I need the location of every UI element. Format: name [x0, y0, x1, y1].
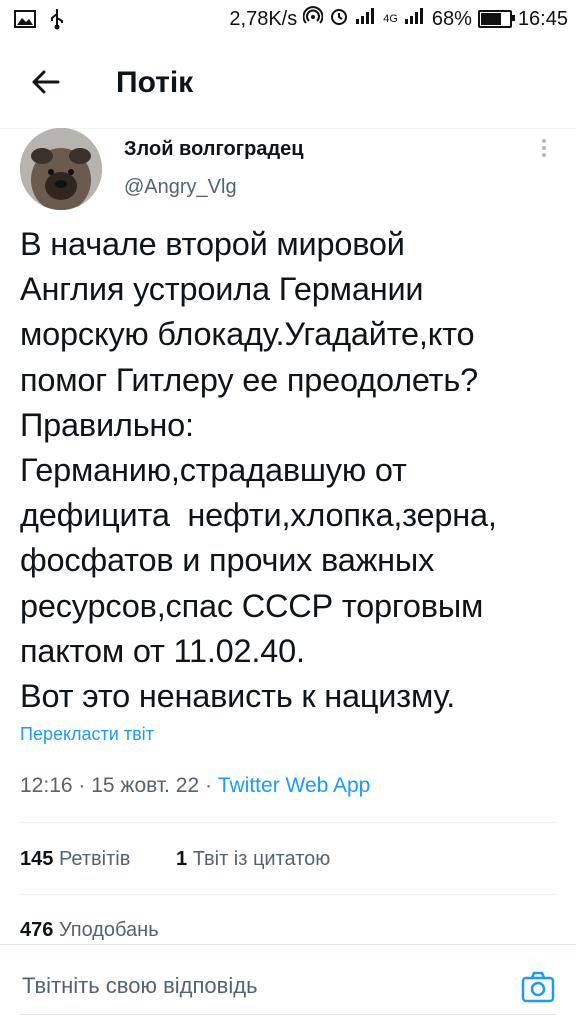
dog-avatar-image	[20, 128, 102, 210]
signal-icon	[355, 7, 377, 31]
network-type: 4G	[383, 13, 398, 25]
divider	[20, 894, 556, 895]
more-vertical-icon	[534, 139, 554, 157]
reply-underline	[20, 1014, 556, 1015]
quotes-label: Твіт із цитатою	[192, 848, 331, 870]
signal-icon-2	[404, 7, 426, 31]
likes-count: 476	[20, 919, 54, 941]
more-options-button[interactable]	[534, 136, 554, 162]
retweets-count: 145	[20, 848, 54, 870]
page-title: Потік	[116, 66, 194, 99]
battery-percent: 68%	[431, 7, 472, 30]
quotes-stat[interactable]: 1 Твіт із цитатою	[176, 848, 330, 871]
retweets-stat[interactable]: 145 Ретвітів	[20, 848, 130, 871]
status-bar: 2,78K/s 4G 68% 16:45	[0, 0, 576, 40]
arrow-left-icon	[32, 70, 60, 94]
reply-bar: Твітніть свою відповідь	[0, 944, 576, 1025]
meta-separator: ·	[199, 774, 218, 797]
tweet-text: В начале второй мировой Англия устроила …	[20, 226, 497, 715]
translate-tweet-link[interactable]: Перекласти твіт	[20, 724, 154, 745]
author-handle[interactable]: @Angry_Vlg	[124, 176, 237, 199]
app-bar: Потік	[0, 40, 576, 129]
quotes-count: 1	[176, 848, 188, 870]
tweet-time: 12:16	[20, 774, 73, 797]
battery-icon	[477, 10, 515, 28]
alarm-icon	[329, 6, 349, 32]
clock: 16:45	[517, 7, 568, 30]
reply-input[interactable]: Твітніть свою відповідь	[22, 973, 258, 999]
back-button[interactable]	[28, 64, 64, 100]
tweet-source-link[interactable]: Twitter Web App	[218, 774, 371, 797]
net-speed: 2,78K/s	[229, 7, 298, 30]
status-right: 2,78K/s 4G 68% 16:45	[229, 6, 568, 32]
tweet-date: 15 жовт. 22	[91, 774, 200, 797]
divider	[20, 822, 556, 823]
retweets-label: Ретвітів	[58, 848, 131, 870]
author-name[interactable]: Злой волгоградец	[124, 138, 304, 161]
camera-icon	[521, 971, 555, 1003]
meta-separator: ·	[72, 774, 92, 797]
likes-label: Уподобань	[58, 919, 159, 941]
likes-stat[interactable]: 476 Уподобань	[20, 919, 159, 942]
camera-button[interactable]	[520, 969, 556, 1005]
hotspot-icon	[302, 6, 324, 32]
image-icon	[14, 10, 36, 34]
usb-icon	[48, 8, 66, 36]
status-left	[14, 8, 66, 36]
tweet-meta: 12:16 · 15 жовт. 22 · Twitter Web App	[20, 774, 370, 798]
avatar[interactable]	[20, 128, 102, 210]
